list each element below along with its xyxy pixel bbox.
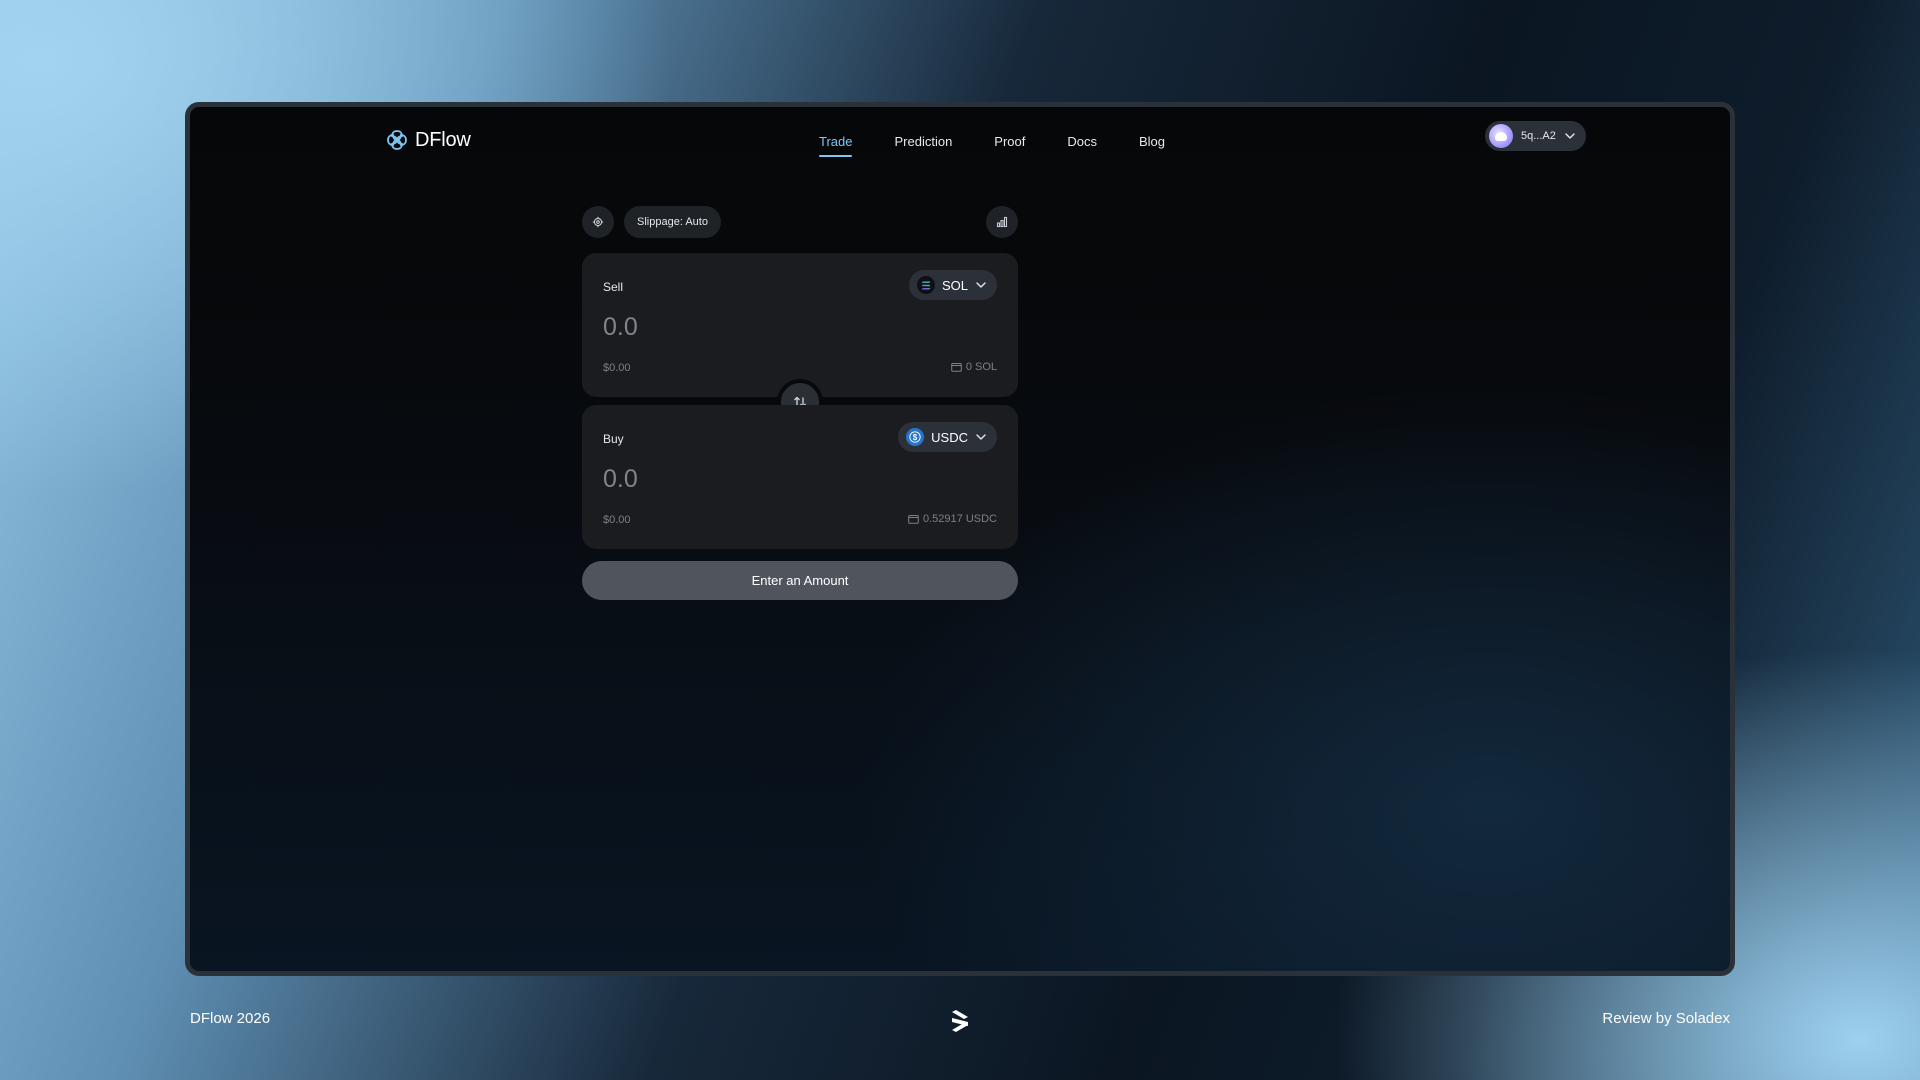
nav-docs[interactable]: Docs [1046,127,1118,159]
sell-balance-value: 0 SOL [965,361,997,373]
buy-token-label: USDC [931,429,968,445]
buy-amount-input[interactable] [603,465,863,494]
footer-copyright: DFlow 2026 [190,1010,271,1027]
nav-proof[interactable]: Proof [973,127,1046,159]
gear-icon [592,216,604,228]
footer-credit: Review by Soladex [1602,1010,1730,1027]
bar-chart-icon [996,216,1008,228]
swap-toolbar: Slippage: Auto [582,206,1018,238]
chart-button[interactable] [986,206,1018,238]
buy-label: Buy [603,432,624,446]
dflow-logo-icon [387,130,407,150]
wallet-icon [951,363,962,372]
chevron-down-icon [976,434,986,440]
soladex-logo-icon [952,1010,968,1032]
logo-text: DFlow [415,128,471,151]
chevron-down-icon [976,282,986,288]
chevron-down-icon [1565,133,1575,139]
svg-text:$: $ [913,433,918,442]
sell-amount-input[interactable] [603,313,863,342]
buy-card: Buy $ USDC $0.00 0.52917 USDC [582,405,1018,549]
enter-amount-button[interactable]: Enter an Amount [582,561,1018,600]
nav-trade[interactable]: Trade [798,127,873,159]
slippage-button[interactable]: Slippage: Auto [624,206,721,238]
wallet-address: 5q...A2 [1521,130,1556,142]
sell-token-selector[interactable]: SOL [908,270,997,300]
sell-card: Sell SOL $0.00 0 SOL [582,253,1018,397]
sell-label: Sell [603,280,624,294]
sol-token-icon [916,276,935,294]
main-nav: Trade Prediction Proof Docs Blog [798,127,1186,159]
sell-token-label: SOL [941,277,968,293]
settings-button[interactable] [582,206,614,238]
nav-prediction[interactable]: Prediction [873,127,973,159]
sell-balance[interactable]: 0 SOL [951,361,997,373]
buy-token-selector[interactable]: $ USDC [898,422,997,452]
buy-balance[interactable]: 0.52917 USDC [908,513,997,525]
usdc-token-icon: $ [906,428,925,446]
nav-blog[interactable]: Blog [1118,127,1186,159]
dflow-logo[interactable]: DFlow [385,128,471,152]
buy-balance-value: 0.52917 USDC [923,513,997,525]
sell-usd-value: $0.00 [603,362,631,374]
wallet-icon [908,515,919,524]
wallet-button[interactable]: 5q...A2 [1485,121,1586,151]
buy-usd-value: $0.00 [603,514,631,526]
avatar [1489,124,1513,148]
